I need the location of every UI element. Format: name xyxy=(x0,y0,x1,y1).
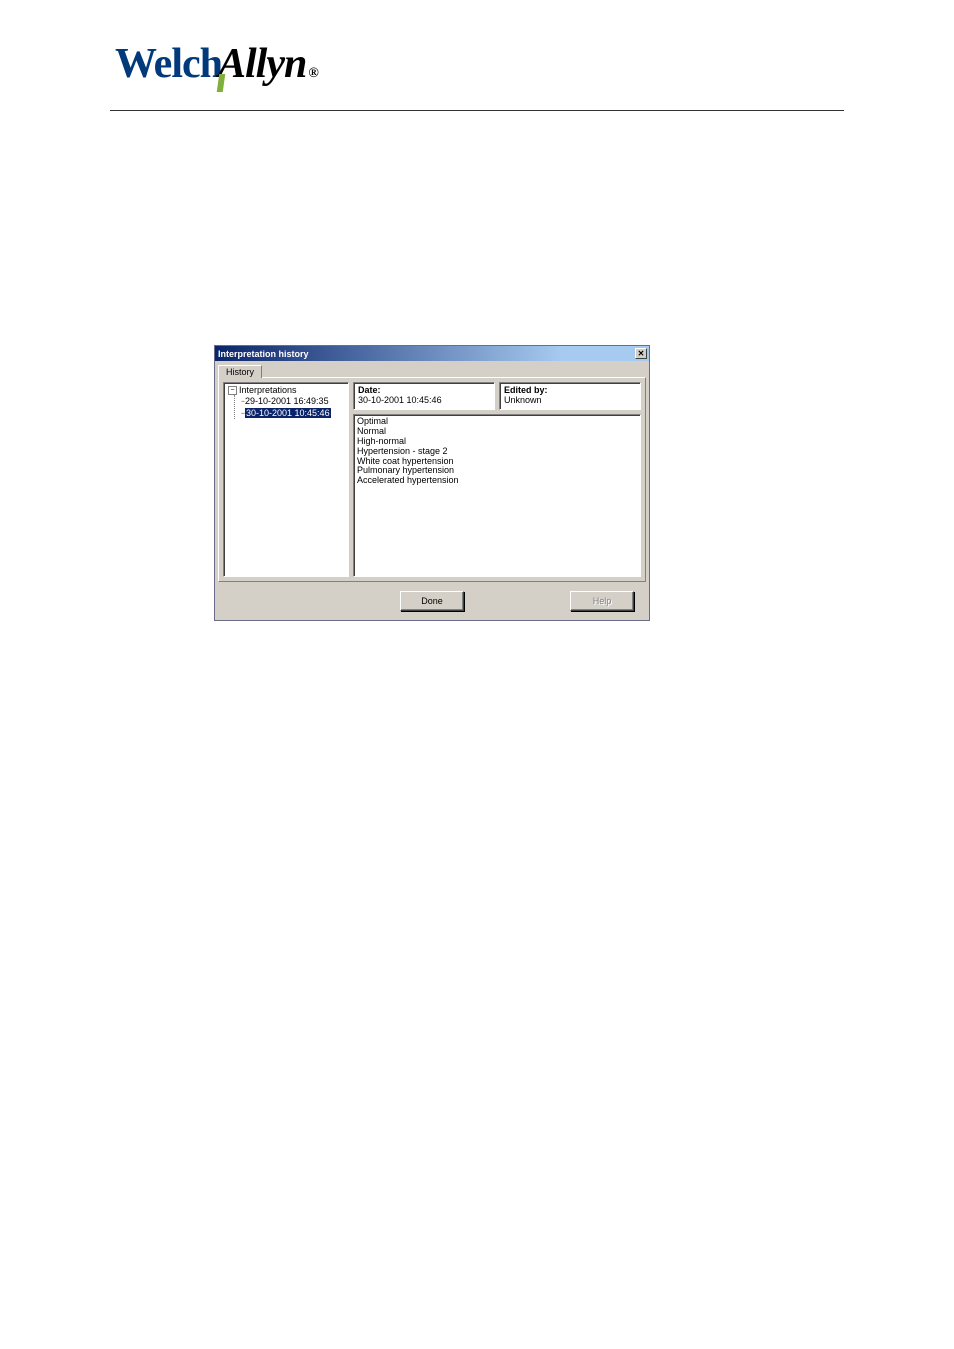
content-line: Optimal xyxy=(357,417,637,427)
tree-root-label: Interpretations xyxy=(239,385,297,395)
details-panel: Date: 30-10-2001 10:45:46 Edited by: Unk… xyxy=(353,382,641,577)
tree-item-selected[interactable]: 30-10-2001 10:45:46 xyxy=(239,407,346,419)
edited-by-label: Edited by: xyxy=(504,385,636,395)
help-button: Help xyxy=(570,591,634,611)
done-button[interactable]: Done xyxy=(400,591,464,611)
header-divider xyxy=(110,110,844,111)
logo-text-welch: Welch xyxy=(115,40,222,88)
logo-accent-stroke xyxy=(217,74,226,92)
tree-item[interactable]: 29-10-2001 16:49:35 xyxy=(239,395,346,407)
edited-by-box: Edited by: Unknown xyxy=(499,382,641,410)
close-icon[interactable]: ✕ xyxy=(635,348,647,359)
collapse-icon[interactable]: − xyxy=(228,386,237,395)
dialog-screenshot: Interpretation history ✕ History − Inter… xyxy=(214,345,650,621)
window-title: Interpretation history xyxy=(218,349,309,359)
button-row: Done Help xyxy=(218,585,646,617)
date-value: 30-10-2001 10:45:46 xyxy=(358,395,490,405)
window-titlebar[interactable]: Interpretation history ✕ xyxy=(215,346,649,361)
page-header: Welch Allyn ® xyxy=(0,0,954,88)
content-line: Accelerated hypertension xyxy=(357,476,637,486)
tree-root: − Interpretations 29-10-2001 16:49:35 30… xyxy=(226,385,346,419)
interpretation-history-window: Interpretation history ✕ History − Inter… xyxy=(214,345,650,621)
logo-text-allyn: Allyn xyxy=(218,40,306,88)
tab-strip: History xyxy=(215,361,649,377)
info-row: Date: 30-10-2001 10:45:46 Edited by: Unk… xyxy=(353,382,641,410)
dialog-body: − Interpretations 29-10-2001 16:49:35 30… xyxy=(218,377,646,582)
main-panels: − Interpretations 29-10-2001 16:49:35 30… xyxy=(223,382,641,577)
tab-history[interactable]: History xyxy=(218,365,262,378)
date-box: Date: 30-10-2001 10:45:46 xyxy=(353,382,495,410)
registered-mark: ® xyxy=(308,66,317,82)
tree-children: 29-10-2001 16:49:35 30-10-2001 10:45:46 xyxy=(234,395,346,419)
brand-logo: Welch Allyn ® xyxy=(115,40,318,88)
interpretations-tree[interactable]: − Interpretations 29-10-2001 16:49:35 30… xyxy=(223,382,349,577)
date-label: Date: xyxy=(358,385,490,395)
edited-by-value: Unknown xyxy=(504,395,636,405)
interpretation-content[interactable]: Optimal Normal High-normal Hypertension … xyxy=(353,414,641,577)
tree-root-node[interactable]: − Interpretations xyxy=(228,385,346,395)
